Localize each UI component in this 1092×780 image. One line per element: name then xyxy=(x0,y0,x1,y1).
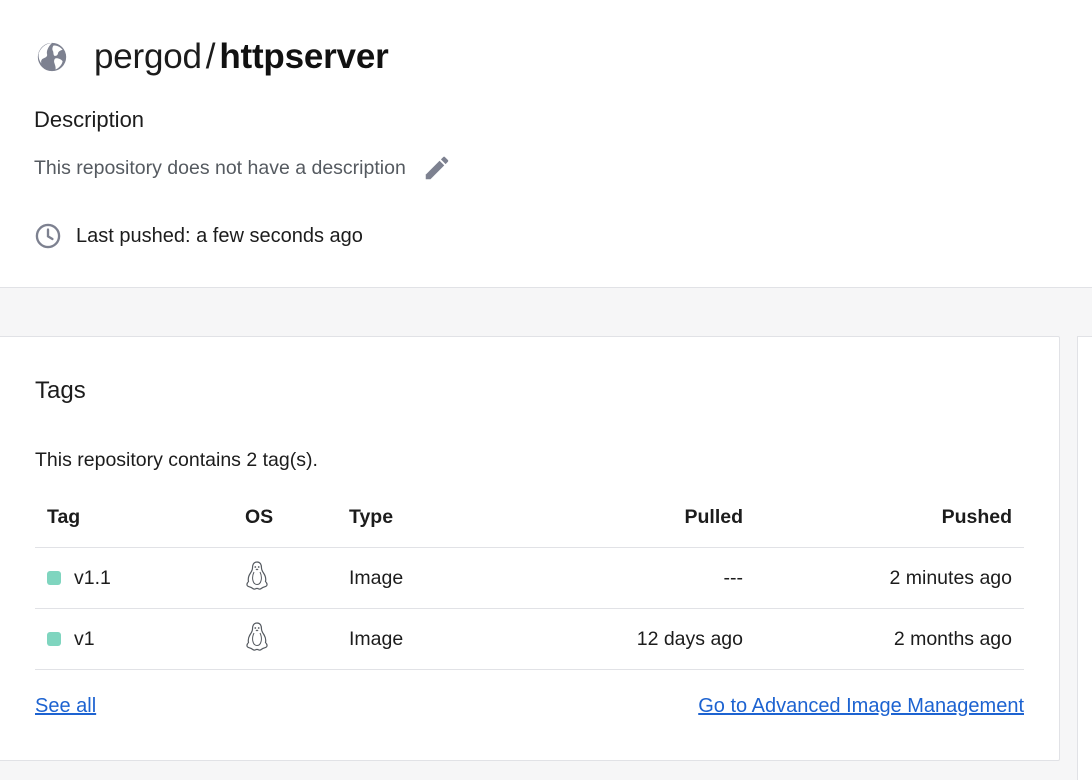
description-row: This repository does not have a descript… xyxy=(34,151,454,185)
repository-page: pergod / httpserver Description This repos… xyxy=(0,0,1092,780)
globe-icon xyxy=(34,39,70,75)
os-cell xyxy=(233,608,337,670)
pencil-icon xyxy=(425,156,449,180)
page-title: pergod / httpserver xyxy=(94,37,389,77)
clock-icon xyxy=(34,222,62,250)
type-cell: Image xyxy=(337,608,471,670)
linux-icon xyxy=(243,620,271,654)
pulled-cell: --- xyxy=(471,547,755,609)
description-text: This repository does not have a descript… xyxy=(34,156,406,179)
tag-name[interactable]: v1 xyxy=(74,628,95,651)
advanced-image-management-link[interactable]: Go to Advanced Image Management xyxy=(698,695,1024,718)
namespace-name[interactable]: pergod xyxy=(94,37,202,76)
column-header-pulled: Pulled xyxy=(471,487,755,548)
table-row: v1.1 Image --- 2 minutes ago xyxy=(35,547,1024,609)
last-pushed-row: Last pushed: a few seconds ago xyxy=(34,222,363,250)
tag-name[interactable]: v1.1 xyxy=(74,567,111,590)
tags-footer: See all Go to Advanced Image Management xyxy=(35,695,1024,718)
table-header-row: Tag OS Type Pulled Pushed xyxy=(35,487,1024,548)
table-row: v1 Image 12 days ago 2 months ago xyxy=(35,608,1024,670)
pushed-cell: 2 months ago xyxy=(755,608,1024,670)
pushed-cell: 2 minutes ago xyxy=(755,547,1024,609)
tags-card: Tags This repository contains 2 tag(s). … xyxy=(0,336,1060,761)
pulled-cell: 12 days ago xyxy=(471,608,755,670)
tag-status-dot xyxy=(47,571,61,585)
title-row: pergod / httpserver xyxy=(34,36,389,78)
repository-name: httpserver xyxy=(219,37,389,76)
tags-heading: Tags xyxy=(35,377,86,404)
tags-table: Tag OS Type Pulled Pushed v1.1 Image ---… xyxy=(35,487,1024,670)
tags-summary: This repository contains 2 tag(s). xyxy=(35,449,318,471)
type-cell: Image xyxy=(337,547,471,609)
column-header-tag: Tag xyxy=(35,487,233,548)
see-all-link[interactable]: See all xyxy=(35,695,96,718)
column-header-os: OS xyxy=(233,487,337,548)
edit-description-button[interactable] xyxy=(420,151,454,185)
tag-cell: v1 xyxy=(35,608,233,670)
linux-icon xyxy=(243,559,271,593)
tag-status-dot xyxy=(47,632,61,646)
column-header-type: Type xyxy=(337,487,471,548)
title-separator: / xyxy=(205,37,216,76)
os-cell xyxy=(233,547,337,609)
last-pushed-text: Last pushed: a few seconds ago xyxy=(76,224,363,247)
description-heading: Description xyxy=(34,107,145,132)
tag-cell: v1.1 xyxy=(35,547,233,609)
column-header-pushed: Pushed xyxy=(755,487,1024,548)
side-panel-card xyxy=(1077,336,1092,780)
repository-header: pergod / httpserver Description This repos… xyxy=(0,0,1092,288)
